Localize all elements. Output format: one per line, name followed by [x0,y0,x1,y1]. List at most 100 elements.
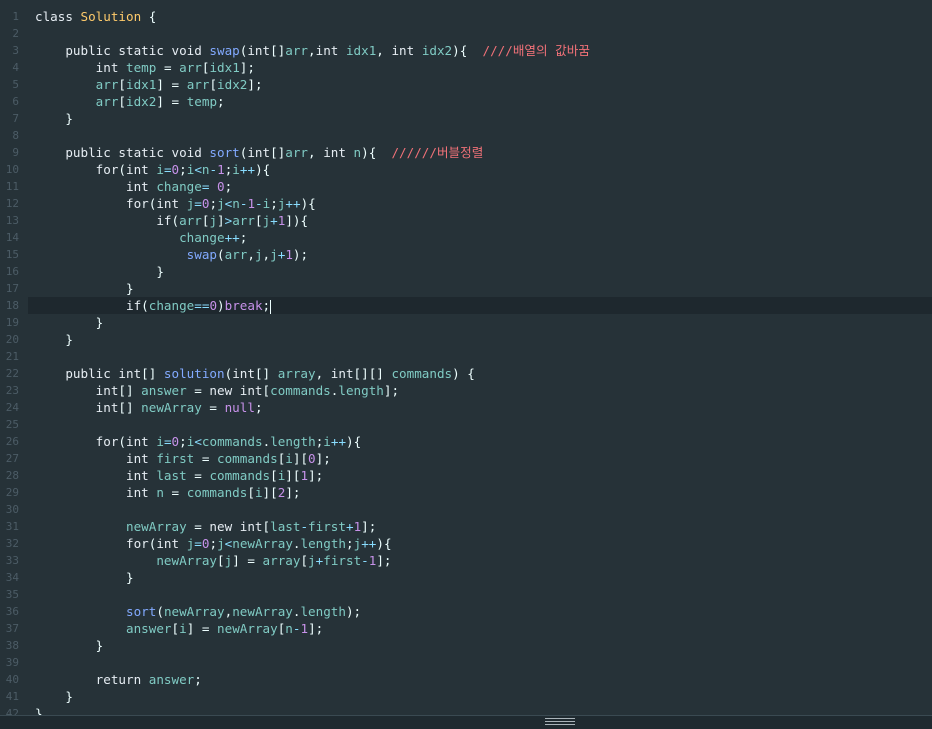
code-line[interactable]: 23 int[] answer = new int[commands.lengt… [0,382,932,399]
code-text[interactable]: } [35,637,104,654]
code-text[interactable]: arr[idx2] = temp; [35,93,225,110]
code-text[interactable]: swap(arr,j,j+1); [35,246,308,263]
code-line[interactable]: 8 [0,127,932,144]
code-token: ; [179,434,187,449]
code-text[interactable]: sort(newArray,newArray.length); [35,603,361,620]
code-line[interactable]: 38 } [0,637,932,654]
code-text[interactable]: if(change==0)break; [35,297,272,314]
code-line[interactable]: 1 class Solution { [0,8,932,25]
code-token: } [35,111,73,126]
code-text[interactable]: int last = commands[i][1]; [35,467,323,484]
code-token: } [35,281,134,296]
code-text[interactable]: arr[idx1] = arr[idx2]; [35,76,263,93]
code-text[interactable]: for(int j=0;j<n-1-i;j++){ [35,195,316,212]
code-token: = [186,383,210,398]
resize-grip-icon[interactable] [545,718,575,726]
code-text[interactable]: for(int j=0;j<newArray.length;j++){ [35,535,392,552]
code-text[interactable]: int[] newArray = null; [35,399,263,416]
code-line[interactable]: 15 swap(arr,j,j+1); [0,246,932,263]
code-line[interactable]: 19 } [0,314,932,331]
code-token: int [95,60,127,75]
code-text[interactable]: } [35,263,164,280]
code-line[interactable]: 13 if(arr[j]>arr[j+1]){ [0,212,932,229]
code-line[interactable]: 24 int[] newArray = null; [0,399,932,416]
code-token: newArray [217,621,278,636]
code-line[interactable]: 6 arr[idx2] = temp; [0,93,932,110]
code-text[interactable]: change++; [35,229,247,246]
code-token: j [209,213,218,228]
line-number: 38 [5,639,19,652]
code-token: first [323,553,362,568]
code-line[interactable]: 39 [0,654,932,671]
code-text[interactable]: } [35,280,134,297]
code-text[interactable]: int change= 0; [35,178,232,195]
code-token: ); [345,604,362,619]
code-text[interactable]: } [35,110,73,127]
code-line[interactable]: 12 for(int j=0;j<n-1-i;j++){ [0,195,932,212]
code-text[interactable]: int first = commands[i][0]; [35,450,331,467]
code-text[interactable]: return answer; [35,671,202,688]
line-number: 25 [5,418,19,431]
code-line[interactable]: 28 int last = commands[i][1]; [0,467,932,484]
code-text[interactable]: } [35,688,73,705]
code-line[interactable]: 2 [0,25,932,42]
code-text[interactable]: answer[i] = newArray[n-1]; [35,620,323,637]
code-token: = [194,536,202,551]
code-line[interactable]: 42} [0,705,932,715]
code-text[interactable]: int[] answer = new int[commands.length]; [35,382,399,399]
code-text[interactable]: } [35,331,73,348]
code-line[interactable]: 4 int temp = arr[idx1]; [0,59,932,76]
code-text[interactable]: public int[] solution(int[] array, int[]… [35,365,475,382]
code-line[interactable]: 22 public int[] solution(int[] array, in… [0,365,932,382]
code-line[interactable]: 32 for(int j=0;j<newArray.length;j++){ [0,535,932,552]
code-line[interactable]: 40 return answer; [0,671,932,688]
code-line[interactable]: 36 sort(newArray,newArray.length); [0,603,932,620]
code-text[interactable]: for(int i=0;i<commands.length;i++){ [35,433,362,450]
code-line[interactable]: 18 if(change==0)break; [6,297,932,314]
code-text[interactable]: } [35,705,43,715]
code-line[interactable]: 9 public static void sort(int[]arr, int … [0,144,932,161]
code-line[interactable]: 29 int n = commands[i][2]; [0,484,932,501]
code-line[interactable]: 26 for(int i=0;i<commands.length;i++){ [0,433,932,450]
code-line[interactable]: 35 [0,586,932,603]
code-text[interactable]: for(int i=0;i<n-1;i++){ [35,161,271,178]
code-text[interactable]: } [35,569,134,586]
code-text[interactable]: newArray = new int[last-first+1]; [35,518,376,535]
code-line[interactable]: 31 newArray = new int[last-first+1]; [0,518,932,535]
code-line[interactable]: 5 arr[idx1] = arr[idx2]; [0,76,932,93]
code-line[interactable]: 7 } [0,110,932,127]
code-token: break [224,298,263,313]
code-line[interactable]: 3 public static void swap(int[]arr,int i… [0,42,932,59]
code-line[interactable]: 27 int first = commands[i][0]; [0,450,932,467]
code-line[interactable]: 25 [0,416,932,433]
code-line[interactable]: 30 [0,501,932,518]
code-text[interactable]: class Solution { [35,8,156,25]
code-text[interactable]: newArray[j] = array[j+first-1]; [35,552,391,569]
code-line[interactable]: 21 [0,348,932,365]
code-line[interactable]: 20 } [0,331,932,348]
code-line[interactable]: 34 } [0,569,932,586]
code-line[interactable]: 37 answer[i] = newArray[n-1]; [0,620,932,637]
code-token: . [292,536,301,551]
code-token: int [126,162,157,177]
line-number: 7 [12,112,19,125]
code-text[interactable]: public static void sort(int[]arr, int n)… [35,144,483,161]
code-text[interactable]: } [35,314,104,331]
code-line[interactable]: 16 } [0,263,932,280]
code-line[interactable]: 11 int change= 0; [0,178,932,195]
code-line[interactable]: 10 for(int i=0;i<n-1;i++){ [0,161,932,178]
code-text[interactable]: public static void swap(int[]arr,int idx… [35,42,590,59]
code-editor[interactable]: 1 class Solution {2 3 public static void s… [0,0,932,715]
code-line[interactable]: 14 change++; [0,229,932,246]
code-text[interactable]: if(arr[j]>arr[j+1]){ [35,212,308,229]
code-token: i [156,434,164,449]
code-text[interactable]: int temp = arr[idx1]; [35,59,255,76]
code-line[interactable]: 17 } [0,280,932,297]
code-text[interactable]: int n = commands[i][2]; [35,484,300,501]
code-line[interactable]: 33 newArray[j] = array[j+first-1]; [0,552,932,569]
code-line[interactable]: 41 } [0,688,932,705]
code-token: answer [148,672,195,687]
code-token: ; [179,162,187,177]
line-number: 28 [5,469,19,482]
code-token: ]; [285,485,301,500]
